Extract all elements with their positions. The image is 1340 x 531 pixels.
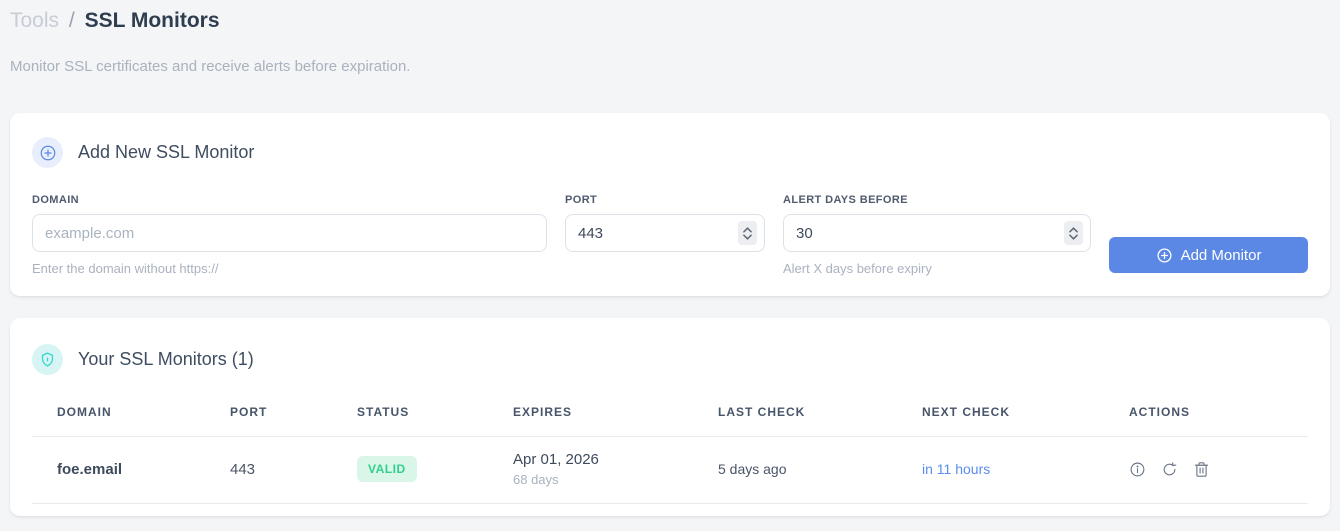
- monitors-card-header: Your SSL Monitors (1): [32, 344, 1308, 375]
- plus-circle-icon: [1157, 247, 1172, 263]
- col-header-domain: DOMAIN: [32, 397, 230, 437]
- table-row: foe.email 443 VALID Apr 01, 2026 68 days…: [32, 436, 1308, 504]
- add-monitor-card: Add New SSL Monitor DOMAIN Enter the dom…: [10, 113, 1330, 296]
- domain-field-group: DOMAIN Enter the domain without https://: [32, 194, 547, 276]
- col-header-last-check: LAST CHECK: [718, 397, 922, 437]
- col-header-expires: EXPIRES: [513, 397, 718, 437]
- monitors-card-title: Your SSL Monitors (1): [78, 349, 254, 369]
- page-title: SSL Monitors: [84, 9, 220, 32]
- expires-date: Apr 01, 2026: [513, 451, 599, 468]
- domain-label: DOMAIN: [32, 194, 80, 206]
- ssl-monitors-page: Tools / SSL Monitors Monitor SSL certifi…: [0, 0, 1340, 525]
- monitors-list-card: Your SSL Monitors (1) DOMAIN PORT STATUS…: [10, 318, 1330, 516]
- alert-days-stepper[interactable]: [1064, 221, 1083, 245]
- status-badge: VALID: [357, 456, 417, 482]
- monitor-last-check: 5 days ago: [718, 436, 922, 504]
- col-header-status: STATUS: [357, 397, 513, 437]
- page-subtitle: Monitor SSL certificates and receive ale…: [10, 58, 411, 75]
- alert-days-field-group: ALERT DAYS BEFORE Alert X days before ex…: [783, 194, 1091, 276]
- port-field-group: PORT: [565, 194, 765, 252]
- monitors-table: DOMAIN PORT STATUS EXPIRES LAST CHECK NE…: [32, 397, 1308, 504]
- col-header-actions: ACTIONS: [1129, 397, 1308, 437]
- info-button[interactable]: [1129, 461, 1146, 478]
- chevron-down-icon: [1069, 233, 1078, 240]
- chevron-up-icon: [1069, 226, 1078, 233]
- add-monitor-card-header: Add New SSL Monitor: [32, 137, 1308, 168]
- chevron-up-icon: [743, 226, 752, 233]
- monitor-port: 443: [230, 436, 357, 504]
- domain-input[interactable]: [32, 214, 547, 252]
- add-monitor-form: DOMAIN Enter the domain without https://…: [32, 194, 1308, 276]
- breadcrumb: Tools / SSL Monitors: [10, 6, 1330, 36]
- monitor-expires-cell: Apr 01, 2026 68 days: [513, 436, 718, 504]
- breadcrumb-tools-link[interactable]: Tools: [10, 9, 59, 32]
- col-header-port: PORT: [230, 397, 357, 437]
- alert-days-input[interactable]: [783, 214, 1091, 252]
- col-header-next-check: NEXT CHECK: [922, 397, 1129, 437]
- domain-hint: Enter the domain without https://: [32, 261, 219, 276]
- info-icon: [1130, 462, 1145, 476]
- trash-icon: [1194, 461, 1209, 477]
- monitor-status-cell: VALID: [357, 436, 513, 504]
- monitor-domain: foe.email: [32, 436, 230, 504]
- refresh-button[interactable]: [1161, 461, 1178, 478]
- breadcrumb-separator: /: [68, 9, 75, 32]
- port-stepper[interactable]: [738, 221, 757, 245]
- chevron-down-icon: [743, 233, 752, 240]
- plus-circle-icon: [32, 137, 63, 168]
- shield-icon: [32, 344, 63, 375]
- delete-button[interactable]: [1193, 461, 1210, 478]
- port-label: PORT: [565, 194, 598, 206]
- refresh-icon: [1163, 461, 1177, 475]
- alert-days-hint: Alert X days before expiry: [783, 261, 932, 276]
- add-monitor-button-label: Add Monitor: [1180, 246, 1262, 264]
- monitor-next-check: in 11 hours: [922, 436, 1129, 504]
- add-monitor-button[interactable]: Add Monitor: [1109, 237, 1308, 273]
- monitor-actions-cell: [1129, 436, 1308, 504]
- add-monitor-card-title: Add New SSL Monitor: [78, 142, 255, 162]
- table-header-row: DOMAIN PORT STATUS EXPIRES LAST CHECK NE…: [32, 397, 1308, 437]
- alert-days-label: ALERT DAYS BEFORE: [783, 194, 908, 206]
- port-input[interactable]: [565, 214, 765, 252]
- expires-days-remaining: 68 days: [513, 472, 559, 487]
